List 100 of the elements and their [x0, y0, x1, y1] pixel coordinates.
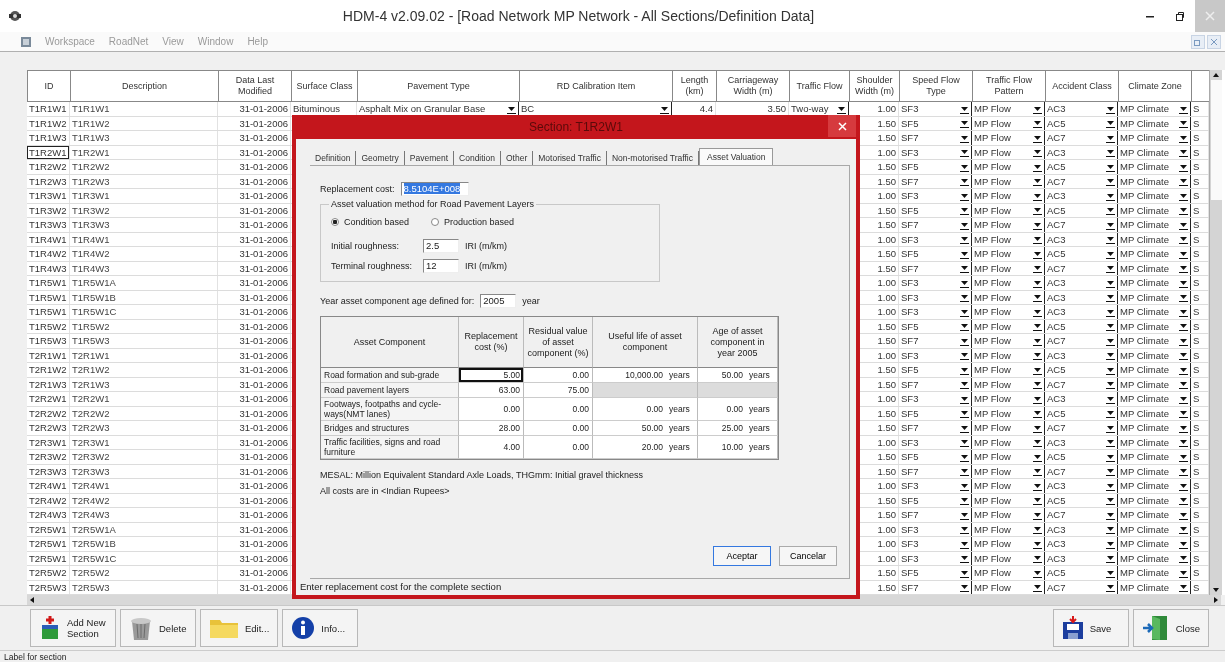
table-cell[interactable]: 0.00	[524, 368, 593, 383]
dropdown-arrow-icon[interactable]	[960, 234, 969, 245]
dropdown-arrow-icon[interactable]	[1106, 234, 1115, 245]
dropdown-field[interactable]: MP Flow	[972, 537, 1045, 551]
dropdown-field[interactable]: MP Climate	[1118, 290, 1191, 304]
dropdown-arrow-icon[interactable]	[1179, 495, 1188, 506]
table-cell[interactable]: 0.00	[459, 398, 524, 421]
dropdown-arrow-icon[interactable]	[1106, 263, 1115, 274]
dropdown-field[interactable]: AC5	[1045, 566, 1118, 580]
dropdown-field[interactable]: SF7	[899, 508, 972, 522]
dropdown-field[interactable]: AC3	[1045, 435, 1118, 449]
dropdown-field[interactable]: AC5	[1045, 363, 1118, 377]
close-button[interactable]	[1207, 34, 1221, 49]
dropdown-field[interactable]: SF5	[899, 493, 972, 507]
dropdown-arrow-icon[interactable]	[960, 147, 969, 158]
dropdown-field[interactable]: SF5	[899, 160, 972, 174]
input-field[interactable]: 12	[423, 259, 459, 273]
dropdown-field[interactable]: MP Climate	[1118, 551, 1191, 565]
dropdown-field[interactable]: MP Flow	[972, 421, 1045, 435]
radio-button[interactable]: Condition based	[331, 217, 410, 227]
dropdown-arrow-icon[interactable]	[1033, 466, 1042, 477]
cell-value[interactable]: 25.00	[701, 423, 743, 433]
table-cell[interactable]: 5.00	[459, 368, 524, 383]
dropdown-arrow-icon[interactable]	[1033, 408, 1042, 419]
dropdown-field[interactable]: MP Flow	[972, 145, 1045, 159]
dropdown-field[interactable]: MP Flow	[972, 334, 1045, 348]
dropdown-field[interactable]: SF5	[899, 319, 972, 333]
dropdown-field[interactable]: SF7	[899, 377, 972, 391]
dropdown-arrow-icon[interactable]	[1106, 582, 1115, 593]
dropdown-arrow-icon[interactable]	[1033, 176, 1042, 187]
dropdown-arrow-icon[interactable]	[1179, 437, 1188, 448]
dropdown-field[interactable]: SF3	[899, 435, 972, 449]
dropdown-arrow-icon[interactable]	[1033, 292, 1042, 303]
dropdown-field[interactable]: MP Climate	[1118, 276, 1191, 290]
dropdown-field[interactable]: MP Climate	[1118, 363, 1191, 377]
dropdown-field[interactable]: MP Flow	[972, 203, 1045, 217]
cell-value[interactable]: 50.00	[596, 423, 663, 433]
dropdown-field[interactable]: AC7	[1045, 131, 1118, 145]
dropdown-arrow-icon[interactable]	[1106, 524, 1115, 535]
dropdown-arrow-icon[interactable]	[1033, 321, 1042, 332]
dropdown-field[interactable]: MP Climate	[1118, 145, 1191, 159]
dropdown-field[interactable]: AC7	[1045, 421, 1118, 435]
dropdown-arrow-icon[interactable]	[960, 176, 969, 187]
dropdown-arrow-icon[interactable]	[1106, 176, 1115, 187]
dropdown-arrow-icon[interactable]	[1033, 379, 1042, 390]
dropdown-field[interactable]: SF3	[899, 479, 972, 493]
dropdown-field[interactable]: AC3	[1045, 102, 1118, 116]
dropdown-field[interactable]: MP Flow	[972, 406, 1045, 420]
dropdown-field[interactable]: SF5	[899, 406, 972, 420]
dropdown-arrow-icon[interactable]	[1033, 524, 1042, 535]
dropdown-arrow-icon[interactable]	[1179, 524, 1188, 535]
dropdown-field[interactable]: MP Flow	[972, 261, 1045, 275]
close-button[interactable]	[828, 115, 856, 137]
dropdown-arrow-icon[interactable]	[1179, 176, 1188, 187]
dropdown-field[interactable]: SF5	[899, 203, 972, 217]
table-cell[interactable]: 75.00	[524, 383, 593, 398]
dropdown-arrow-icon[interactable]	[960, 553, 969, 564]
dropdown-field[interactable]: MP Climate	[1118, 334, 1191, 348]
cell-value[interactable]: 0.00	[701, 404, 743, 414]
dropdown-field[interactable]: MP Climate	[1118, 522, 1191, 536]
toolbar-button[interactable]: Save	[1052, 609, 1129, 647]
dropdown-field[interactable]: MP Flow	[972, 276, 1045, 290]
dropdown-field[interactable]: MP Climate	[1118, 566, 1191, 580]
dropdown-field[interactable]: MP Climate	[1118, 580, 1191, 594]
dropdown-arrow-icon[interactable]	[1033, 553, 1042, 564]
dropdown-field[interactable]: MP Flow	[972, 305, 1045, 319]
dropdown-field[interactable]: MP Climate	[1118, 247, 1191, 261]
dropdown-field[interactable]: SF7	[899, 334, 972, 348]
dropdown-arrow-icon[interactable]	[1179, 408, 1188, 419]
dropdown-arrow-icon[interactable]	[1033, 437, 1042, 448]
dropdown-arrow-icon[interactable]	[1179, 292, 1188, 303]
dropdown-field[interactable]: MP Climate	[1118, 218, 1191, 232]
dropdown-field[interactable]: MP Flow	[972, 232, 1045, 246]
dropdown-field[interactable]: AC7	[1045, 334, 1118, 348]
toolbar-button[interactable]: Edit...	[200, 609, 279, 647]
dropdown-arrow-icon[interactable]	[1106, 292, 1115, 303]
dropdown-field[interactable]: MP Flow	[972, 174, 1045, 188]
dropdown-field[interactable]: MP Climate	[1118, 160, 1191, 174]
dropdown-field[interactable]: MP Climate	[1118, 464, 1191, 478]
dropdown-field[interactable]: MP Climate	[1118, 479, 1191, 493]
dropdown-field[interactable]: MP Climate	[1118, 435, 1191, 449]
toolbar-button[interactable]: Delete	[120, 609, 196, 647]
dropdown-arrow-icon[interactable]	[1106, 437, 1115, 448]
cell-value[interactable]: 20.00	[596, 442, 663, 452]
dropdown-field[interactable]: AC7	[1045, 508, 1118, 522]
dropdown-field[interactable]: AC5	[1045, 116, 1118, 130]
dropdown-field[interactable]: AC3	[1045, 305, 1118, 319]
dropdown-field[interactable]: MP Flow	[972, 290, 1045, 304]
dropdown-field[interactable]: MP Flow	[972, 116, 1045, 130]
dropdown-arrow-icon[interactable]	[1106, 408, 1115, 419]
scrollbar-thumb[interactable]	[1210, 80, 1222, 200]
dropdown-field[interactable]: SF3	[899, 145, 972, 159]
cell-value[interactable]: 0.00	[596, 404, 663, 414]
dropdown-field[interactable]: SF3	[899, 392, 972, 406]
dropdown-field[interactable]: AC5	[1045, 247, 1118, 261]
dialog-button[interactable]: Aceptar	[713, 546, 771, 566]
dropdown-arrow-icon[interactable]	[1106, 379, 1115, 390]
dropdown-field[interactable]: MP Flow	[972, 435, 1045, 449]
dropdown-field[interactable]: MP Climate	[1118, 203, 1191, 217]
dropdown-arrow-icon[interactable]	[1033, 234, 1042, 245]
